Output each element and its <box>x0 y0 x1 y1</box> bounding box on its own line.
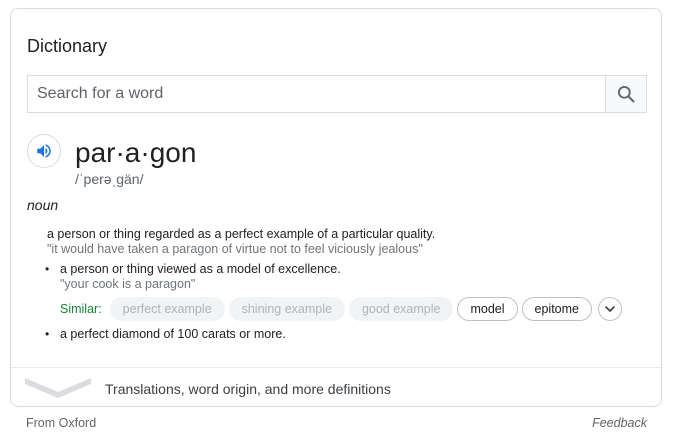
similar-chip[interactable]: perfect example <box>109 297 225 321</box>
similar-chip[interactable]: epitome <box>521 297 593 321</box>
speaker-icon <box>37 144 51 158</box>
source-attribution: From Oxford <box>26 416 97 430</box>
feedback-link[interactable]: Feedback <box>592 416 647 430</box>
search-icon <box>618 86 635 103</box>
similar-words-row: Similar: perfect example shining example… <box>60 297 623 321</box>
definition-text: a perfect diamond of 100 carats or more. <box>60 327 286 341</box>
definition-example: "your cook is a paragon" <box>60 277 196 291</box>
more-definitions-expander[interactable]: Translations, word origin, and more defi… <box>11 368 661 406</box>
headword: par·a·gon <box>75 137 197 168</box>
similar-chip[interactable]: model <box>457 297 518 321</box>
definition-example: "it would have taken a paragon of virtue… <box>47 242 423 256</box>
more-similar-button[interactable] <box>598 297 623 321</box>
part-of-speech: noun <box>27 197 59 213</box>
similar-chip[interactable]: shining example <box>228 297 345 321</box>
search-button[interactable] <box>605 76 646 112</box>
pronunciation-audio-button[interactable] <box>27 134 61 168</box>
definition-bullet: • <box>45 262 50 276</box>
definition-text: a person or thing regarded as a perfect … <box>47 227 436 241</box>
more-definitions-label: Translations, word origin, and more defi… <box>105 381 391 397</box>
definition-text: a person or thing viewed as a model of e… <box>60 262 341 276</box>
chevron-down-icon <box>25 378 91 398</box>
search-input[interactable] <box>28 76 605 112</box>
dictionary-card: Dictionary par·a·gon /ˈperəˌɡän/ noun a … <box>10 8 662 407</box>
chevron-down-icon <box>605 306 615 312</box>
similar-label: Similar: <box>60 302 102 316</box>
phonetic-transcription: /ˈperəˌɡän/ <box>75 171 144 187</box>
widget-title: Dictionary <box>27 36 108 56</box>
search-box <box>27 75 647 113</box>
similar-chip[interactable]: good example <box>348 297 454 321</box>
definition-bullet: • <box>45 327 50 341</box>
